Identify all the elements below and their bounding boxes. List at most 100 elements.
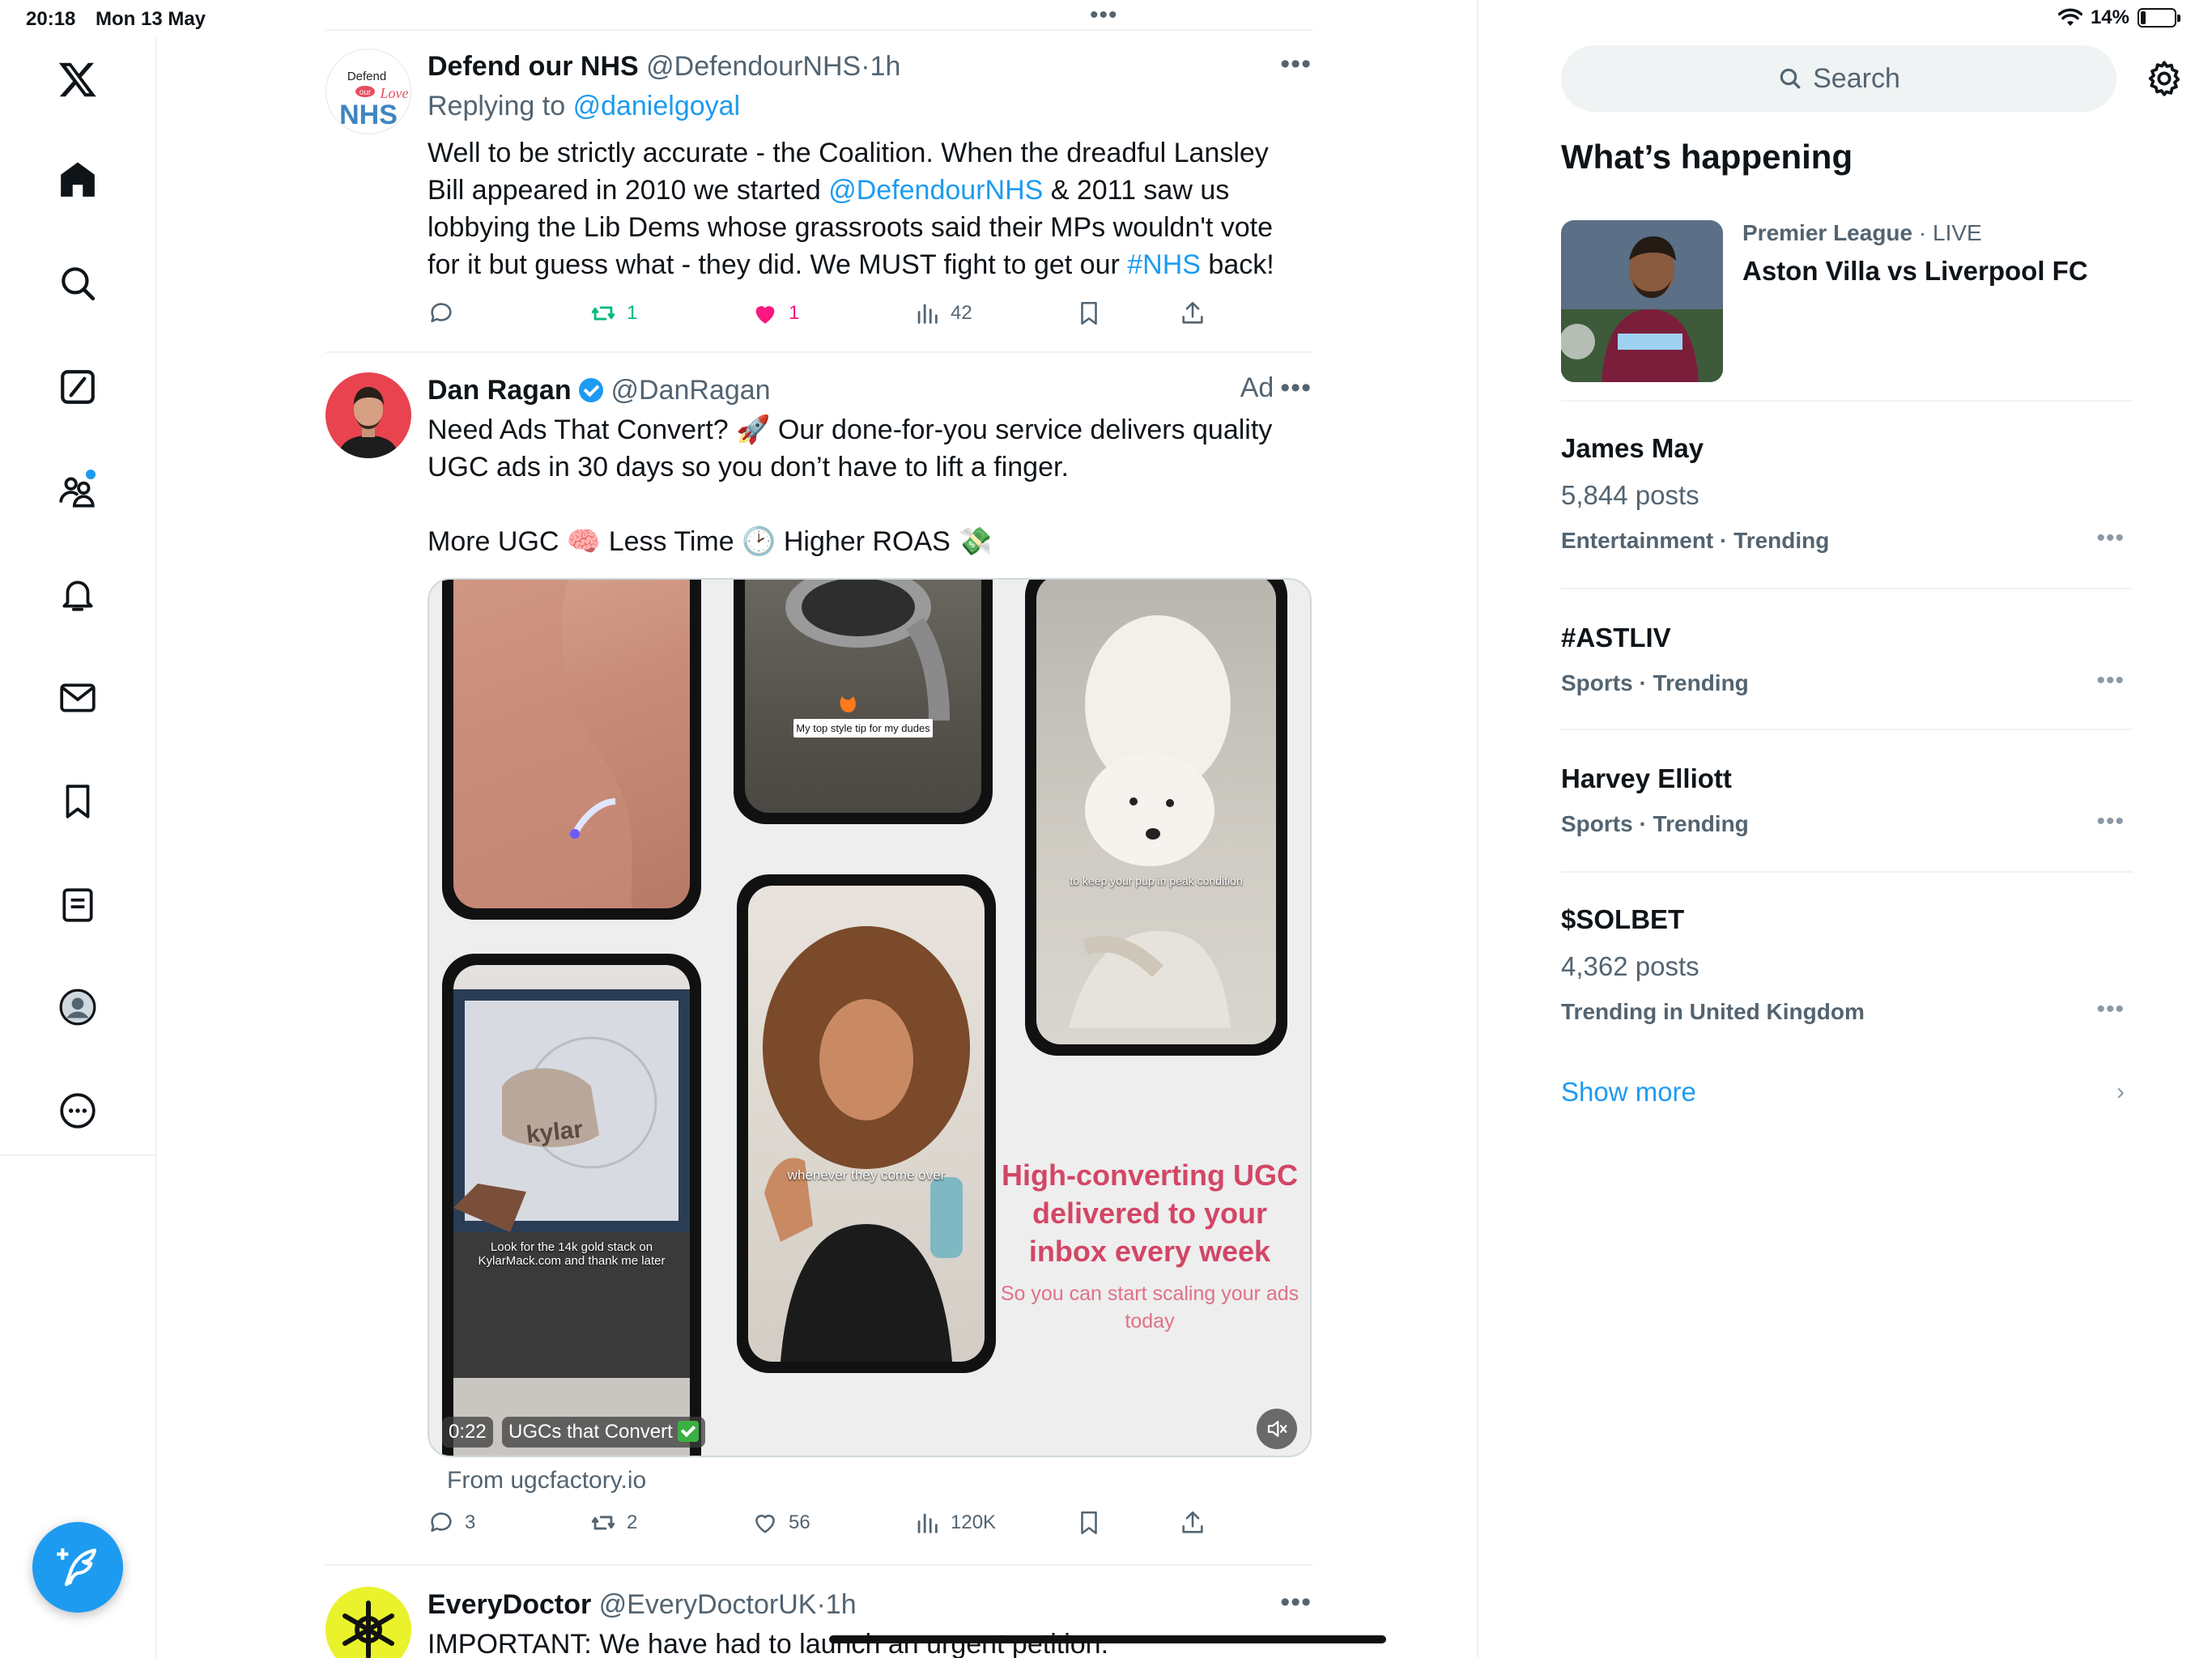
x-logo-icon[interactable] [49, 50, 107, 108]
status-time: 20:18 [26, 8, 76, 30]
reply-icon [431, 303, 452, 323]
previous-tweet-more-icon[interactable]: ••• [1090, 2, 1118, 29]
trend-name: #ASTLIV [1561, 623, 1671, 653]
trend-name: Harvey Elliott [1561, 763, 1732, 793]
video-phone-creator: whenever they come over [737, 874, 996, 1373]
author-name[interactable]: Dan Ragan [428, 375, 572, 406]
views-button[interactable]: 42 [913, 300, 972, 327]
grok-icon[interactable] [49, 358, 107, 416]
like-button[interactable]: 1 [751, 300, 799, 327]
repost-button[interactable]: 2 [589, 1509, 637, 1537]
kylar-bag-label: kylar [525, 1116, 585, 1149]
tweet-actions: 1 1 42 [428, 300, 1312, 332]
ad-video[interactable]: My top style tip for my dudes to keep yo… [428, 578, 1312, 1457]
lists-icon[interactable] [49, 876, 107, 934]
video-phone-watch: My top style tip for my dudes [734, 580, 993, 824]
views-count: 120K [951, 1511, 997, 1533]
author-handle[interactable]: @DefendourNHS [646, 51, 861, 82]
svg-text:Defend: Defend [347, 70, 386, 83]
tweet-time[interactable]: 1h [870, 51, 901, 82]
trend-more-icon[interactable]: ••• [2096, 525, 2125, 552]
more-circle-icon[interactable] [49, 1082, 107, 1140]
notification-dot [86, 470, 96, 479]
trend-posts: 4,362 posts [1561, 951, 1699, 981]
home-indicator [829, 1635, 1386, 1643]
author-handle[interactable]: @EveryDoctorUK [599, 1589, 817, 1620]
search-input[interactable]: Search [1561, 45, 2116, 112]
views-count: 42 [951, 302, 972, 324]
video-phone-dog: to keep your pup in peak condition [1025, 580, 1287, 1056]
live-event-image[interactable] [1561, 220, 1723, 382]
reply-button[interactable]: 3 [428, 1509, 475, 1537]
trend-item[interactable]: #ASTLIV Sports · Trending ••• [1561, 620, 2133, 699]
avatar-everydoctor[interactable] [325, 1587, 411, 1658]
promo-heading: High-converting UGC delivered to your in… [1002, 1158, 1298, 1268]
video-caption: whenever they come over [787, 1167, 946, 1183]
tweet-divider [325, 351, 1313, 353]
tweet-divider [325, 29, 1313, 31]
timeline: ••• Defend our Love NHS Defend our NHS @… [325, 0, 1313, 1658]
replying-prefix: Replying to [428, 91, 566, 121]
home-icon[interactable] [49, 151, 107, 209]
trend-category: Sports · Trending [1561, 670, 1749, 695]
ad-promo-text: High-converting UGC delivered to your in… [1000, 1156, 1300, 1335]
heart-icon [755, 1515, 775, 1533]
repost-button[interactable]: 1 [589, 300, 637, 327]
replying-to-link[interactable]: @danielgoyal [573, 91, 741, 121]
ad-source-link[interactable]: From ugcfactory.io [447, 1462, 646, 1499]
explore-search-icon[interactable] [49, 254, 107, 312]
trend-category: Entertainment · Trending [1561, 528, 1830, 553]
video-phone-neck [442, 580, 701, 920]
trend-more-icon[interactable]: ••• [2096, 996, 2125, 1023]
profile-avatar-icon[interactable] [49, 978, 107, 1036]
avatar-defendournhs[interactable]: Defend our Love NHS [325, 49, 411, 134]
tweet-time[interactable]: 1h [826, 1589, 857, 1620]
hashtag-link[interactable]: #NHS [1127, 249, 1201, 280]
live-category: Premier League · LIVE [1742, 220, 1982, 245]
trend-item[interactable]: James May 5,844 posts Entertainment · Tr… [1561, 431, 2133, 557]
settings-gear-icon[interactable] [2144, 58, 2184, 99]
trend-posts: 5,844 posts [1561, 480, 1699, 510]
messages-envelope-icon[interactable] [49, 669, 107, 727]
share-icon [1182, 1511, 1203, 1533]
tweet-more-icon[interactable]: ••• [1280, 372, 1312, 403]
bookmark-button[interactable] [1075, 1509, 1103, 1537]
trend-more-icon[interactable]: ••• [2096, 667, 2125, 695]
tweet-more-icon[interactable]: ••• [1280, 1587, 1312, 1618]
notifications-bell-icon[interactable] [49, 565, 107, 623]
repost-icon [591, 1516, 615, 1530]
like-button[interactable]: 56 [751, 1509, 810, 1537]
reply-button[interactable] [428, 300, 455, 327]
trend-item[interactable]: Harvey Elliott Sports · Trending ••• [1561, 761, 2133, 840]
author-name[interactable]: EveryDoctor [428, 1589, 591, 1620]
svg-text:NHS: NHS [339, 100, 398, 130]
avatar-danragan[interactable] [325, 372, 411, 458]
left-nav [0, 37, 157, 1658]
author-name[interactable]: Defend our NHS [428, 51, 639, 82]
mention-link[interactable]: @DefendourNHS [828, 175, 1043, 206]
svg-text:Love: Love [380, 85, 409, 101]
show-more-link[interactable]: Show more [1561, 1077, 1696, 1107]
share-button[interactable] [1179, 300, 1206, 327]
tweet-more-icon[interactable]: ••• [1280, 49, 1312, 80]
trend-name: James May [1561, 433, 1704, 463]
bookmarks-icon[interactable] [49, 772, 107, 831]
communities-icon[interactable] [49, 461, 107, 520]
mute-button[interactable] [1257, 1409, 1297, 1449]
trend-item[interactable]: $SOLBET 4,362 posts Trending in United K… [1561, 902, 2133, 1028]
compose-feather-icon [57, 1548, 97, 1587]
compose-post-button[interactable] [32, 1522, 123, 1613]
video-caption: to keep your pup in peak condition [1070, 874, 1243, 887]
status-date: Mon 13 May [96, 8, 206, 30]
bookmark-button[interactable] [1075, 300, 1103, 327]
views-button[interactable]: 120K [913, 1509, 996, 1537]
trend-more-icon[interactable]: ••• [2096, 808, 2125, 835]
author-handle[interactable]: @DanRagan [611, 375, 771, 406]
trend-divider [1561, 400, 2133, 402]
ad-label-and-more[interactable]: Ad ••• [1240, 372, 1312, 404]
video-label: UGCs that Convert [502, 1417, 705, 1448]
live-title[interactable]: Aston Villa vs Liverpool FC [1742, 256, 2088, 287]
trend-divider [1561, 588, 2133, 589]
share-button[interactable] [1179, 1509, 1206, 1537]
like-count: 56 [789, 1511, 810, 1533]
